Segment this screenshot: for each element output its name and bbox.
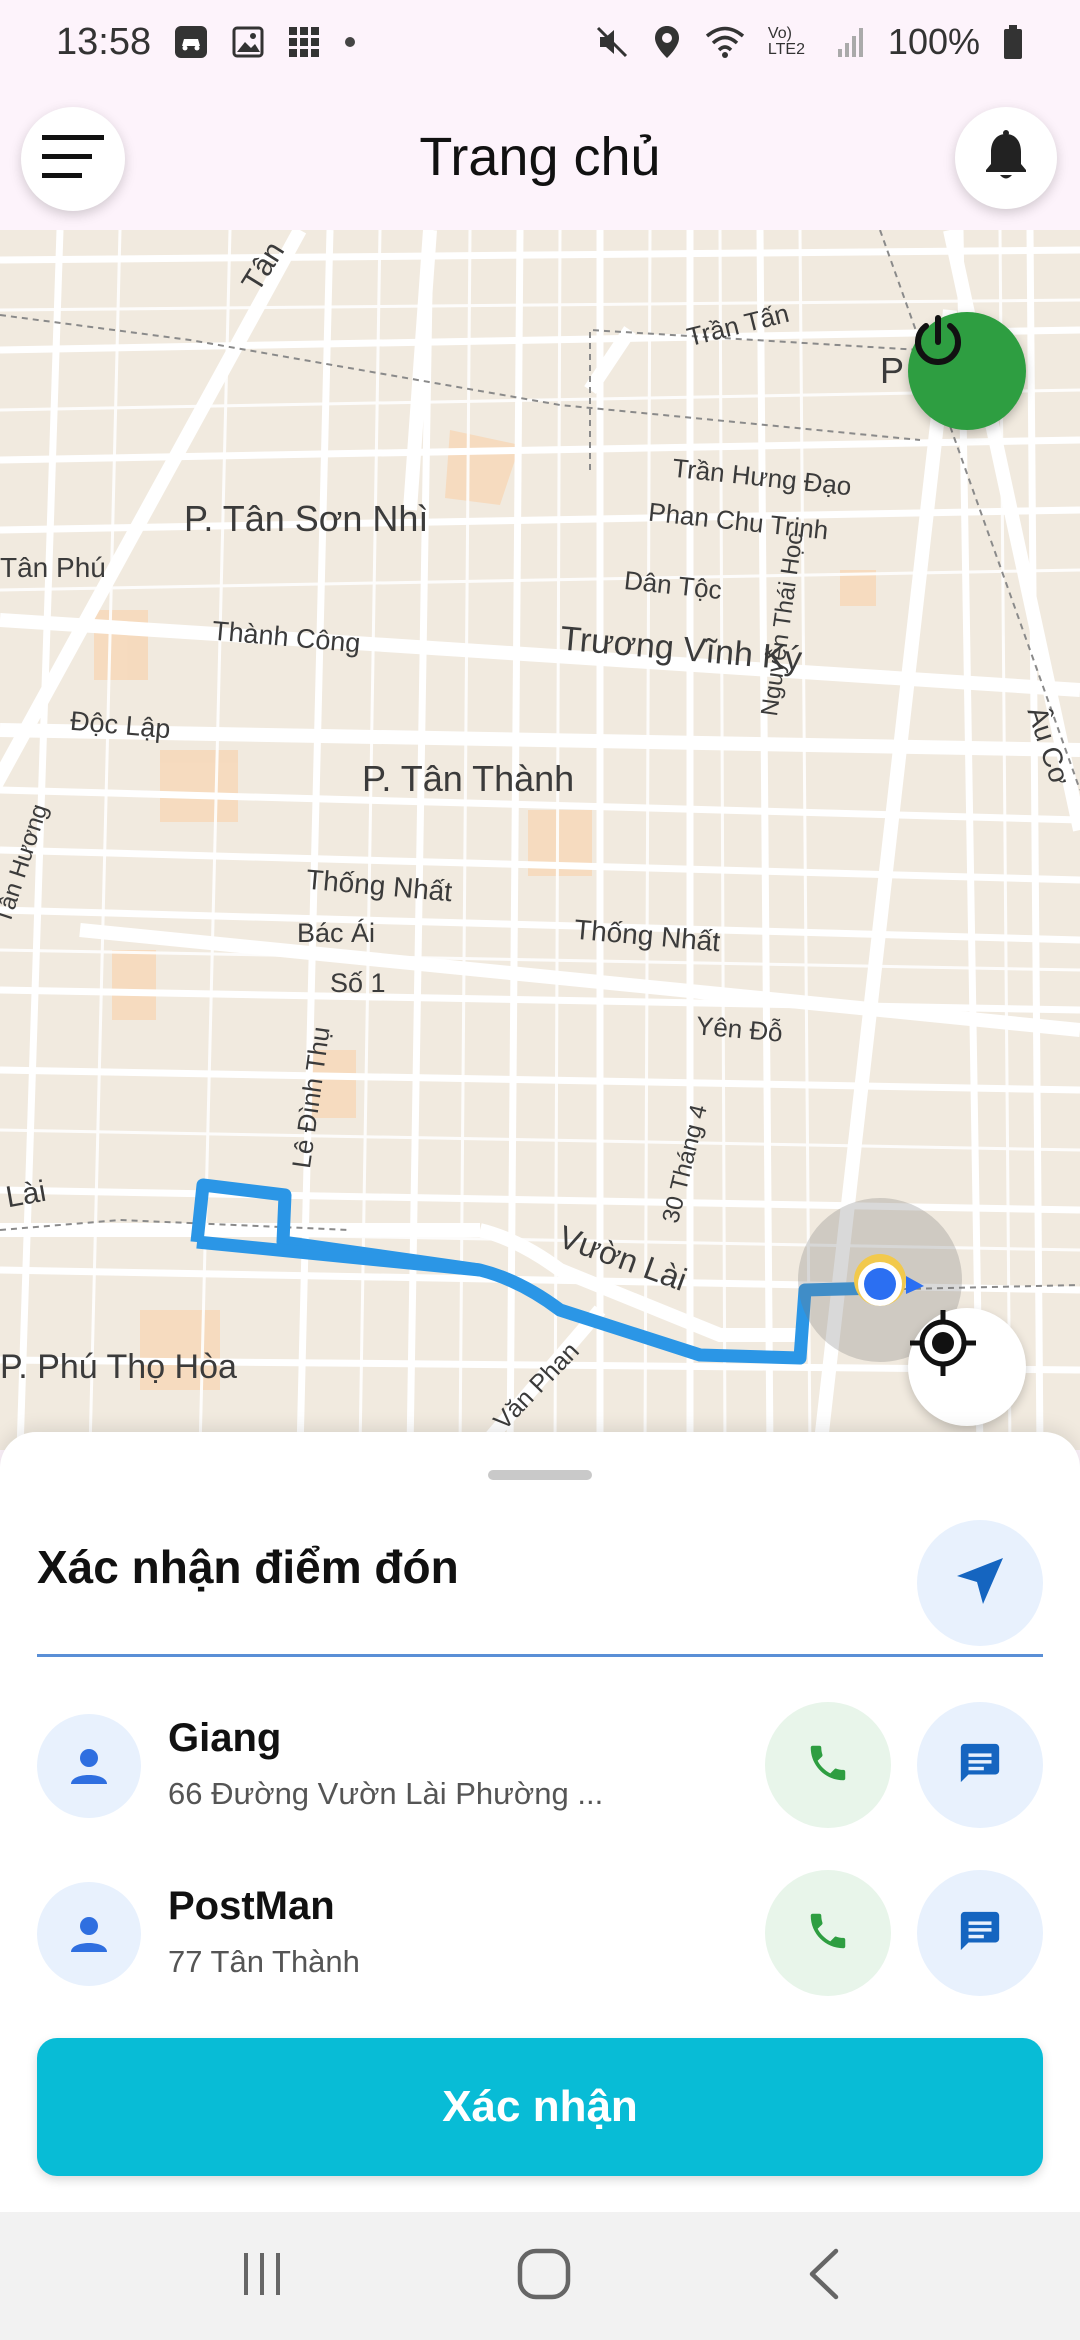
map-view[interactable]: Tân Trần Tấn P Trần Hưng Đạo Phan Chu Tr… bbox=[0, 230, 1080, 1450]
avatar bbox=[37, 1714, 141, 1818]
gallery-icon bbox=[231, 25, 265, 59]
person-name: Giang bbox=[168, 1716, 282, 1760]
bell-icon bbox=[983, 129, 1029, 187]
person-address: 66 Đường Vườn Lài Phường ... bbox=[168, 1776, 604, 1811]
navigation-arrow-icon bbox=[953, 1554, 1007, 1613]
call-button[interactable] bbox=[765, 1870, 891, 1996]
person-icon bbox=[71, 1917, 107, 1952]
location-icon bbox=[652, 24, 682, 60]
avatar bbox=[37, 1882, 141, 1986]
phone-icon bbox=[805, 1740, 851, 1791]
sheet-drag-handle[interactable] bbox=[488, 1470, 592, 1480]
map-label: P. Tân Thành bbox=[362, 758, 575, 799]
battery-percent: 100% bbox=[887, 21, 980, 62]
recenter-button[interactable] bbox=[908, 1308, 1026, 1426]
battery-icon bbox=[1002, 24, 1024, 60]
call-button[interactable] bbox=[765, 1702, 891, 1828]
map-label: Bác Ái bbox=[297, 918, 376, 948]
status-right: Vo) LTE2 100% bbox=[594, 21, 1024, 63]
status-bar: 13:58 Vo) LTE2 100% bbox=[0, 0, 1080, 84]
chat-icon bbox=[957, 1740, 1003, 1791]
confirm-button[interactable]: Xác nhận bbox=[37, 2038, 1043, 2176]
list-item: PostMan 77 Tân Thành bbox=[0, 1870, 1080, 2000]
dot-icon bbox=[343, 35, 357, 49]
person-name: PostMan bbox=[168, 1884, 335, 1928]
recents-icon bbox=[240, 2249, 284, 2304]
sheet-title: Xác nhận điểm đón bbox=[37, 1541, 459, 1593]
map-label: P. Phú Thọ Hòa bbox=[0, 1348, 237, 1386]
app-header: Trang chủ bbox=[0, 84, 1080, 230]
status-left: 13:58 bbox=[56, 21, 357, 64]
map-label: P. Tân Sơn Nhì bbox=[184, 498, 429, 539]
power-toggle-button[interactable] bbox=[908, 312, 1026, 430]
home-icon bbox=[516, 2247, 572, 2306]
map-label: Tân Phú bbox=[0, 552, 106, 583]
navigate-button[interactable] bbox=[917, 1520, 1043, 1646]
status-time: 13:58 bbox=[56, 20, 152, 63]
wifi-icon bbox=[704, 24, 746, 60]
list-item: Giang 66 Đường Vườn Lài Phường ... bbox=[0, 1702, 1080, 1832]
person-address: 77 Tân Thành bbox=[168, 1944, 360, 1979]
car-app-icon bbox=[173, 24, 209, 60]
back-button[interactable] bbox=[784, 2244, 864, 2308]
recents-button[interactable] bbox=[222, 2244, 302, 2308]
phone-icon bbox=[805, 1908, 851, 1959]
network-type-label: Vo) LTE2 bbox=[767, 25, 805, 58]
message-button[interactable] bbox=[917, 1870, 1043, 1996]
person-icon bbox=[71, 1749, 107, 1784]
message-button[interactable] bbox=[917, 1702, 1043, 1828]
pickup-bottom-sheet: Xác nhận điểm đón Giang 66 Đường Vườn Là… bbox=[0, 1432, 1080, 2212]
mute-icon bbox=[594, 24, 630, 60]
system-nav-bar bbox=[0, 2212, 1080, 2340]
page-title: Trang chủ bbox=[419, 127, 661, 187]
map-label: Lài bbox=[3, 1174, 49, 1215]
home-button[interactable] bbox=[504, 2244, 584, 2308]
signal-icon bbox=[836, 25, 866, 59]
notification-button[interactable] bbox=[955, 107, 1057, 209]
sheet-divider bbox=[37, 1654, 1043, 1657]
grid-app-icon bbox=[287, 25, 321, 59]
map-label: Số 1 bbox=[330, 968, 386, 998]
chat-icon bbox=[957, 1908, 1003, 1959]
back-icon bbox=[806, 2247, 842, 2306]
map-label: P bbox=[880, 350, 905, 391]
